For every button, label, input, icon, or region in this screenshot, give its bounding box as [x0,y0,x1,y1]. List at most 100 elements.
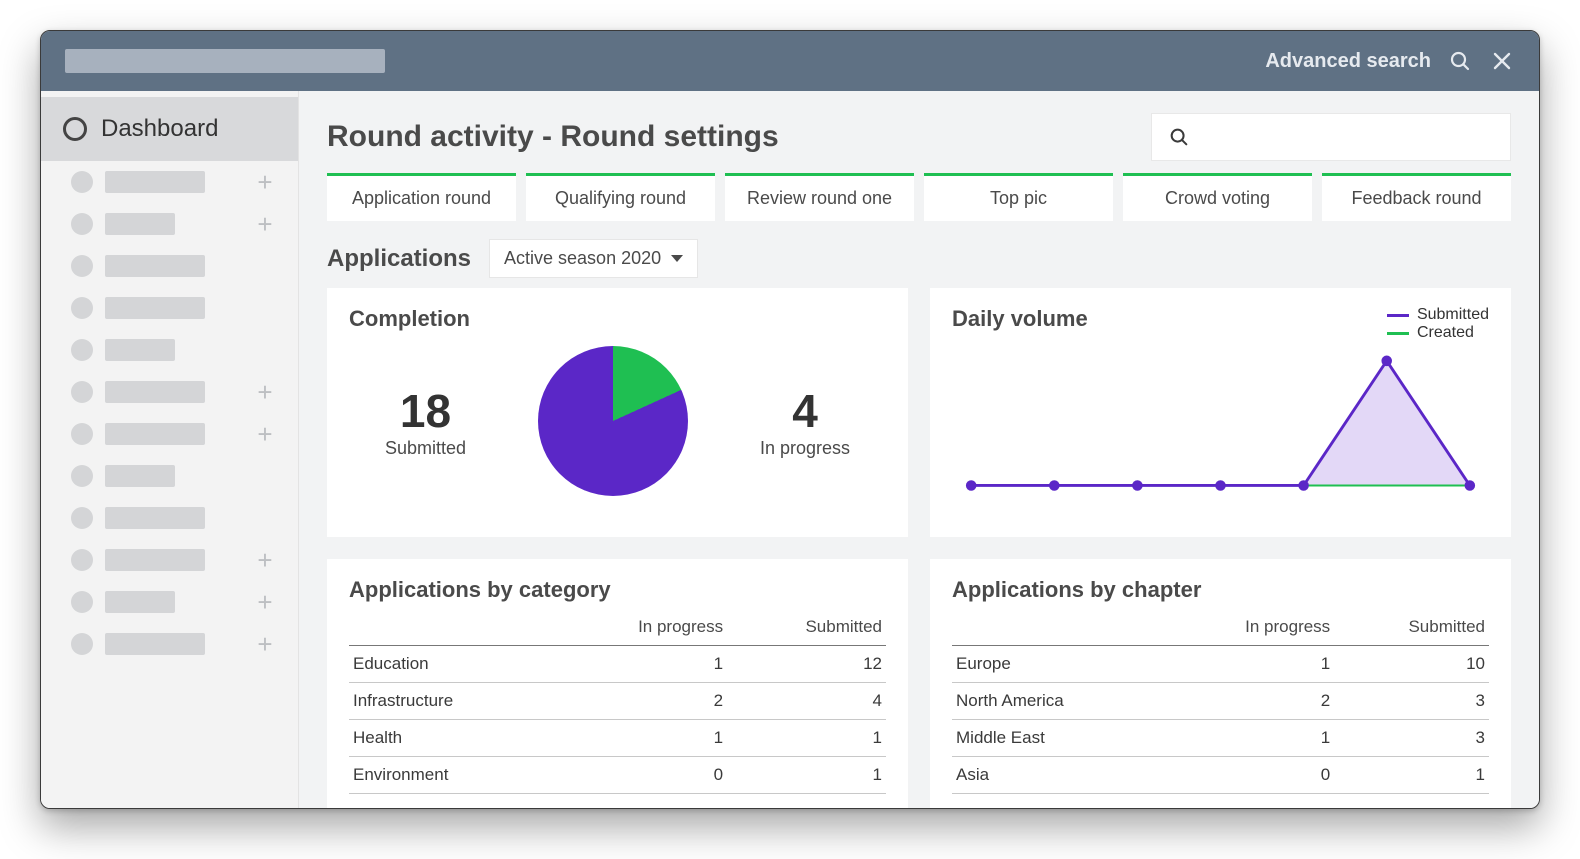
caret-down-icon [671,255,683,262]
col-submitted: Submitted [1334,611,1489,646]
dot-icon [71,633,93,655]
label-placeholder [105,423,205,445]
by-chapter-title: Applications by chapter [952,577,1489,603]
dot-icon [71,591,93,613]
search-icon [1168,126,1190,148]
dot-icon [71,297,93,319]
close-icon[interactable] [1489,48,1515,74]
completion-pie-chart [538,346,688,496]
table-row: Education112 [349,646,886,683]
label-placeholder [105,591,175,613]
plus-icon[interactable]: + [254,633,276,655]
plus-icon[interactable]: + [254,171,276,193]
sidebar-item[interactable] [41,497,298,539]
dot-icon [71,171,93,193]
topbar: Advanced search [41,31,1539,91]
sidebar-item-label: Dashboard [101,115,218,143]
table-row: Infrastructure24 [349,683,886,720]
sidebar-item[interactable]: + [41,161,298,203]
table-row: Asia01 [952,757,1489,794]
tab[interactable]: Crowd voting [1123,173,1312,221]
label-placeholder [105,465,175,487]
sidebar-item-dashboard[interactable]: Dashboard [41,97,298,161]
tab[interactable]: Top pic [924,173,1113,221]
label-placeholder [105,549,205,571]
applications-heading: Applications [327,245,471,273]
label-placeholder [105,213,175,235]
table-row: Europe110 [952,646,1489,683]
plus-icon[interactable]: + [254,213,276,235]
sidebar-item[interactable]: + [41,371,298,413]
completion-submitted-count: 18 [385,384,466,438]
round-tabs: Application roundQualifying roundReview … [327,173,1511,221]
main-content: Round activity - Round settings Applicat… [299,91,1539,808]
completion-submitted-stat: 18 Submitted [385,384,466,459]
completion-inprogress-label: In progress [760,438,850,459]
dot-icon [71,381,93,403]
plus-icon[interactable]: + [254,549,276,571]
label-placeholder [105,297,205,319]
search-input[interactable] [1151,113,1511,161]
label-placeholder [105,339,175,361]
label-placeholder [105,255,205,277]
sidebar-item[interactable]: + [41,539,298,581]
sidebar-item[interactable] [41,287,298,329]
table-row: Health11 [349,720,886,757]
tab[interactable]: Review round one [725,173,914,221]
sidebar-item[interactable] [41,329,298,371]
completion-inprogress-stat: 4 In progress [760,384,850,459]
by-category-table: In progress Submitted Education112Infras… [349,611,886,794]
page-title: Round activity - Round settings [327,120,1131,154]
sidebar: Dashboard + + + + + + + [41,91,299,808]
app-window: Advanced search Dashboard + + + + + + + [40,30,1540,809]
sidebar-item[interactable]: + [41,581,298,623]
plus-icon[interactable]: + [254,591,276,613]
season-selector[interactable]: Active season 2020 [489,239,698,278]
tab[interactable]: Application round [327,173,516,221]
table-row: Middle East13 [952,720,1489,757]
completion-submitted-label: Submitted [385,438,466,459]
plus-icon[interactable]: + [254,381,276,403]
tab[interactable]: Qualifying round [526,173,715,221]
col-inprogress: In progress [552,611,727,646]
col-inprogress: In progress [1164,611,1334,646]
sidebar-item[interactable]: + [41,413,298,455]
tab[interactable]: Feedback round [1322,173,1511,221]
label-placeholder [105,381,205,403]
completion-inprogress-count: 4 [760,384,850,438]
dot-icon [71,255,93,277]
daily-volume-card: Daily volume Submitted Created [930,288,1511,537]
label-placeholder [105,633,205,655]
sidebar-item[interactable] [41,245,298,287]
col-submitted: Submitted [727,611,886,646]
plus-icon[interactable]: + [254,423,276,445]
by-category-title: Applications by category [349,577,886,603]
table-row: Environment01 [349,757,886,794]
label-placeholder [105,507,205,529]
sidebar-item[interactable] [41,455,298,497]
daily-volume-chart [952,342,1489,512]
table-row: North America23 [952,683,1489,720]
completion-title: Completion [349,306,886,332]
logo-placeholder [65,49,385,73]
season-selector-label: Active season 2020 [504,248,661,269]
by-chapter-table: In progress Submitted Europe110North Ame… [952,611,1489,794]
completion-card: Completion 18 Submitted 4 In progress [327,288,908,537]
sidebar-item[interactable]: + [41,623,298,665]
sidebar-item[interactable]: + [41,203,298,245]
search-icon[interactable] [1447,48,1473,74]
daily-volume-title: Daily volume [952,306,1387,332]
by-chapter-card: Applications by chapter In progress Subm… [930,559,1511,808]
dot-icon [71,423,93,445]
dot-icon [71,507,93,529]
dot-icon [71,213,93,235]
circle-icon [63,117,87,141]
label-placeholder [105,171,205,193]
dot-icon [71,549,93,571]
daily-volume-legend: Submitted Created [1387,306,1489,342]
dot-icon [71,339,93,361]
legend-submitted: Submitted [1417,306,1489,324]
dot-icon [71,465,93,487]
advanced-search-link[interactable]: Advanced search [1265,50,1431,73]
legend-created: Created [1417,324,1474,342]
